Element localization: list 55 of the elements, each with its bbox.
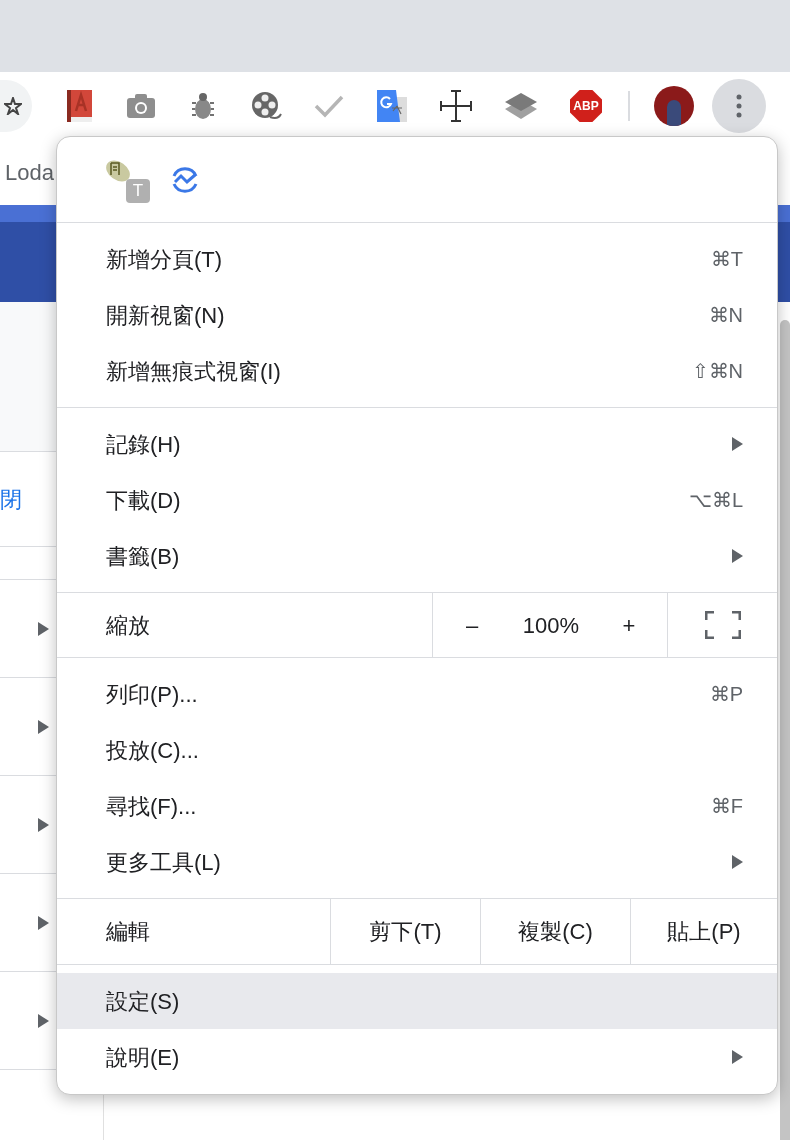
menu-item-label: 記錄(H): [106, 430, 181, 459]
star-icon: [4, 97, 22, 115]
edit-action-button[interactable]: 貼上(P): [630, 899, 777, 964]
book-icon[interactable]: [64, 89, 94, 123]
menu-item[interactable]: 新增分頁(T) ⌘T: [57, 231, 777, 287]
menu-item[interactable]: 列印(P)... ⌘P: [57, 666, 777, 722]
menu-item-label: 尋找(F)...: [106, 792, 197, 821]
menu-item-label: 開新視窗(N): [106, 301, 225, 330]
menu-item-label: 投放(C)...: [106, 736, 199, 765]
menu-item[interactable]: 書籤(B): [57, 528, 777, 584]
zoom-level: 100%: [521, 611, 581, 640]
shortcut-label: ⌘N: [708, 303, 743, 328]
shortcut-label: ⇧⌘N: [691, 359, 743, 384]
menu-item-label: 設定(S): [106, 987, 180, 1016]
fullscreen-icon: [704, 611, 741, 639]
layers-icon[interactable]: [504, 90, 538, 122]
adblock-button[interactable]: ABP: [570, 90, 602, 122]
edit-action-button[interactable]: 複製(C): [480, 899, 630, 964]
zoom-in-button[interactable]: +: [591, 593, 667, 657]
translate-icon[interactable]: [376, 89, 408, 123]
edit-label: 編輯: [105, 918, 151, 946]
menu-item-label: 更多工具(L): [106, 848, 221, 877]
menu-item-label: 新增無痕式視窗(I): [106, 357, 281, 386]
shortcut-label: ⌥⌘L: [688, 488, 743, 513]
wave-circle-icon[interactable]: [170, 164, 200, 195]
menu-item[interactable]: 說明(E): [57, 1029, 777, 1085]
check-icon[interactable]: [314, 94, 344, 118]
menu-item[interactable]: 下載(D) ⌥⌘L: [57, 472, 777, 528]
close-link[interactable]: 閉: [0, 482, 22, 516]
bookmark-item[interactable]: Loda: [0, 156, 54, 189]
edit-action-button[interactable]: 剪下(T): [330, 899, 480, 964]
film-reel-icon[interactable]: [250, 90, 282, 122]
menu-item-label: 書籤(B): [106, 542, 180, 571]
avatar[interactable]: [654, 86, 694, 126]
menu-item[interactable]: 更多工具(L): [57, 834, 777, 890]
menu-item[interactable]: 尋找(F)... ⌘F: [57, 778, 777, 834]
shortcut-label: ⌘T: [710, 247, 743, 272]
menu-item[interactable]: 投放(C)...: [57, 722, 777, 778]
zoom-label: 縮放: [105, 611, 151, 640]
scrollbar[interactable]: [780, 320, 790, 1140]
more-vertical-icon: [736, 94, 742, 118]
menu-button[interactable]: [712, 79, 766, 133]
menu-item[interactable]: 新增無痕式視窗(I) ⇧⌘N: [57, 343, 777, 399]
zoom-out-button[interactable]: –: [433, 593, 511, 657]
menu-item-label: 列印(P)...: [106, 680, 198, 709]
shortcut-label: ⌘F: [710, 794, 743, 819]
menu-item[interactable]: 開新視窗(N) ⌘N: [57, 287, 777, 343]
menu-item-label: 下載(D): [106, 486, 181, 515]
menu-item-label: 新增分頁(T): [106, 245, 223, 274]
menu-item-label: 說明(E): [106, 1043, 180, 1072]
shortcut-label: ⌘P: [709, 682, 743, 707]
camera-icon[interactable]: [126, 93, 156, 119]
crosshair-icon[interactable]: [440, 90, 472, 122]
menu-item[interactable]: 設定(S): [57, 973, 777, 1029]
menu-item[interactable]: 記錄(H): [57, 416, 777, 472]
